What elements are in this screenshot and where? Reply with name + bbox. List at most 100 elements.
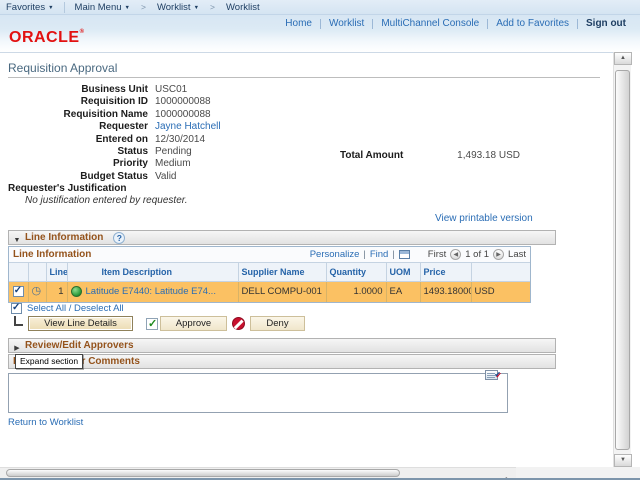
vertical-scrollbar-thumb[interactable] [615,70,630,450]
favorites-label: Favorites [6,2,45,13]
page-content: Requisition Approval Business UnitUSC01 … [0,52,613,467]
field-entered-on: Entered on12/30/2014 [8,134,221,146]
column-header-line: Line [46,263,67,281]
pager-last-label[interactable]: Last [508,249,526,260]
section-review-approvers[interactable]: Review/Edit Approvers [8,338,556,353]
scroll-up-button[interactable] [614,52,632,65]
field-priority: PriorityMedium [8,158,221,170]
pager-first-label[interactable]: First [428,249,446,260]
deny-icon [232,317,245,330]
deny-button[interactable]: Deny [250,316,305,331]
line-information-grid: Line Information Personalize|Find| First… [8,246,531,303]
scrollbar-corner [516,467,640,478]
pager-next-icon[interactable] [493,249,504,260]
tools-divider: | [363,249,365,260]
approve-check-icon [146,318,158,330]
column-header-select [9,263,28,281]
horizontal-scrollbar-thumb[interactable] [6,469,400,477]
nav-worklist-link[interactable]: Worklist [321,18,372,29]
nav-home-link[interactable]: Home [277,18,320,29]
horizontal-scrollbar[interactable] [0,467,516,478]
header-bar: Home Worklist MultiChannel Console Add t… [0,15,640,52]
line-number-cell: 1 [46,281,67,302]
pager-position: 1 of 1 [465,249,489,260]
breadcrumb-current[interactable]: Worklist [220,2,266,13]
requisition-fields: Business UnitUSC01 Requisition ID1000000… [8,84,221,183]
main-menu[interactable]: Main Menu [69,2,136,13]
tools-divider: | [392,249,394,260]
oracle-logo: ORACLE® [9,29,84,47]
help-icon[interactable] [113,232,125,244]
column-header-item-description: Item Description [67,263,238,281]
expand-triangle-icon[interactable] [9,337,25,355]
column-header-currency [471,263,530,281]
column-header-quantity: Quantity [326,263,386,281]
column-header-supplier-name: Supplier Name [238,263,326,281]
row-select-cell [9,281,28,302]
grid-title: Line Information [13,249,91,260]
worklist-menu[interactable]: Worklist [151,2,205,13]
favorites-menu[interactable]: Favorites [0,2,60,13]
vertical-scrollbar[interactable] [613,52,631,467]
breadcrumb: Favorites Main Menu > Worklist > Worklis… [0,0,640,15]
field-status: StatusPending [8,146,221,158]
personalize-link[interactable]: Personalize [310,249,360,260]
title-rule [8,77,600,78]
view-printable-link[interactable]: View printable version [435,213,533,224]
field-requisition-name: Requisition Name1000000088 [8,109,221,121]
main-menu-label: Main Menu [75,2,122,13]
nav-add-favorites-link[interactable]: Add to Favorites [488,18,577,29]
l-connector [14,316,23,326]
expand-section-tooltip: Expand section [15,354,83,369]
page-title: Requisition Approval [8,61,117,75]
nav-multichannel-link[interactable]: MultiChannel Console [373,18,487,29]
column-header-status [28,263,46,281]
worklist-menu-label: Worklist [157,2,191,13]
chevron-down-icon [125,2,130,13]
grid-titlebar: Line Information Personalize|Find| First… [9,247,530,263]
justification-label: Requester's Justification [8,183,127,194]
breadcrumb-separator-icon: > [136,2,151,12]
select-all-checkbox[interactable] [11,303,22,314]
table-header-row: Line Item Description Supplier Name Quan… [9,263,530,281]
select-all-link[interactable]: Select All / Deselect All [27,303,124,314]
collapse-triangle-icon[interactable] [9,229,25,247]
item-description-link[interactable]: Latitude E7440: Latitude E74... [86,286,216,297]
application-window: Favorites Main Menu > Worklist > Worklis… [0,0,640,480]
requester-link[interactable]: Jayne Hatchell [155,121,221,132]
supplier-name-cell: DELL COMPU-001 [238,281,326,302]
grid-tools: Personalize|Find| First 1 of 1 Last [310,249,526,260]
field-requester: RequesterJayne Hatchell [8,121,221,133]
scroll-down-button[interactable] [614,454,632,467]
total-amount-value: 1,493.18 USD [410,150,520,161]
view-line-details-button[interactable]: View Line Details [28,316,133,331]
chevron-down-icon [194,2,199,13]
justification-text: No justification entered by requester. [25,195,188,206]
field-budget-status: Budget StatusValid [8,171,221,183]
breadcrumb-divider [64,2,65,13]
uom-cell: EA [386,281,420,302]
select-all-row: Select All / Deselect All [11,303,124,314]
field-business-unit: Business UnitUSC01 [8,84,221,96]
sign-out-link[interactable]: Sign out [578,18,634,29]
view-all-icon[interactable] [399,250,410,259]
section-comments[interactable]: Enter Approver Comments [8,354,556,369]
clock-icon [32,286,42,297]
item-description-cell: Latitude E7440: Latitude E74... [67,281,238,302]
comments-textarea[interactable] [8,373,508,413]
section-line-information[interactable]: Line Information [8,230,556,245]
grid-pager: First 1 of 1 Last [428,249,526,260]
row-select-checkbox[interactable] [13,286,24,297]
find-link[interactable]: Find [370,249,388,260]
approve-button[interactable]: Approve [160,316,227,331]
registered-mark: ® [80,29,85,35]
breadcrumb-separator-icon: > [205,2,220,12]
chevron-down-icon [48,2,53,13]
line-table: Line Item Description Supplier Name Quan… [9,263,530,302]
column-header-uom: UOM [386,263,420,281]
header-links: Home Worklist MultiChannel Console Add t… [277,18,634,29]
return-to-worklist-link[interactable]: Return to Worklist [8,417,83,428]
pager-prev-icon[interactable] [450,249,461,260]
spell-check-icon[interactable] [485,370,498,380]
globe-icon[interactable] [71,286,82,297]
